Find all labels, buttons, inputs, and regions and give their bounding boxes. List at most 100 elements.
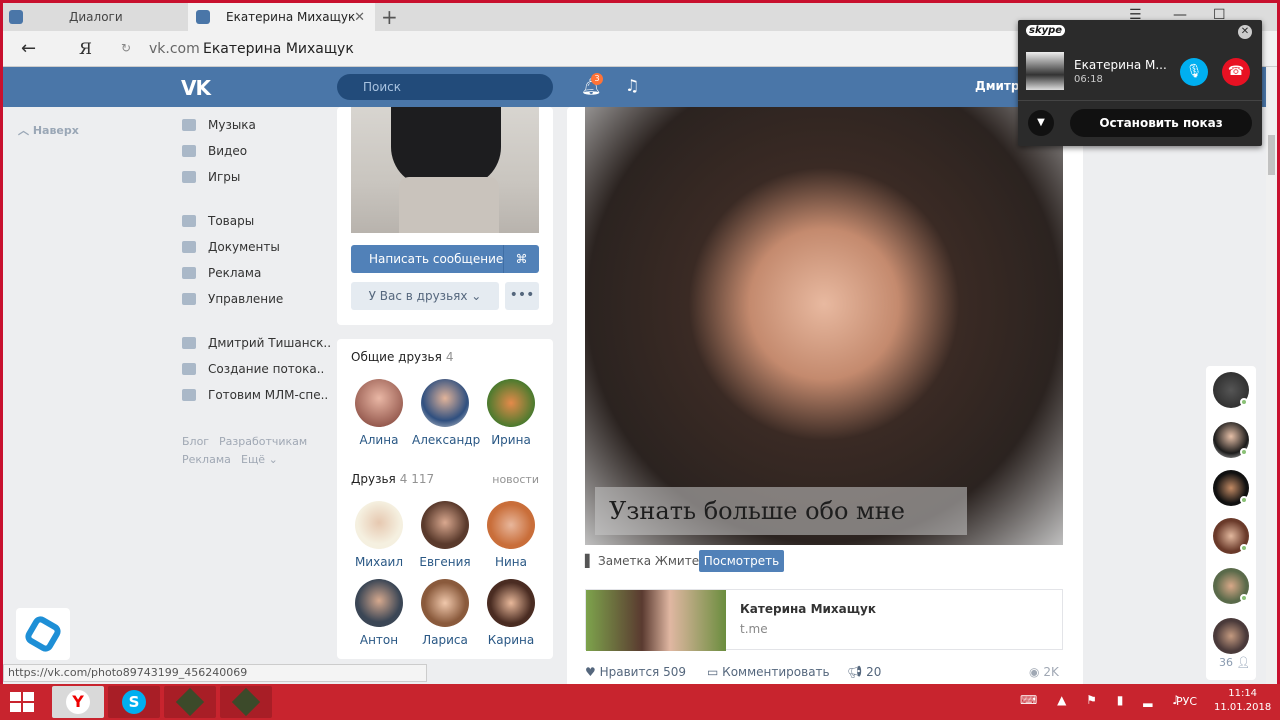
- notification-badge: 3: [591, 73, 603, 85]
- music-icon: [182, 119, 196, 131]
- friends-news-link[interactable]: новости: [492, 473, 539, 486]
- profile-photo-card: Написать сообщение ⌘ У Вас в друзьях ⌄ •…: [337, 107, 553, 325]
- online-indicator: [1240, 448, 1248, 456]
- chat-contact[interactable]: [1213, 618, 1249, 654]
- menu-group-2[interactable]: Создание потока..: [182, 362, 324, 376]
- stop-sharing-button[interactable]: Остановить показ: [1070, 109, 1252, 137]
- online-count[interactable]: 36 👤︎: [1219, 656, 1250, 669]
- taskbar-skype[interactable]: S: [108, 686, 160, 718]
- footer-dev-link[interactable]: Разработчикам: [219, 435, 307, 448]
- link-title: Катерина Михащук: [740, 602, 876, 616]
- footer-more-link[interactable]: Ещё ⌄: [241, 453, 278, 466]
- floating-app-button[interactable]: [16, 608, 70, 660]
- comment-icon: ▭: [707, 665, 719, 679]
- post-photo[interactable]: Узнать больше обо мне: [585, 107, 1063, 545]
- menu-item-goods[interactable]: Товары: [182, 214, 254, 228]
- friend[interactable]: Нина: [478, 501, 544, 569]
- more-actions-button[interactable]: •••: [505, 282, 539, 310]
- system-tray-icons[interactable]: ⌨ ▲ ⚑ ▮ ▂ ♪: [1020, 693, 1188, 707]
- taskbar-app-1[interactable]: [164, 686, 216, 718]
- mutual-friend[interactable]: Ирина: [478, 379, 544, 447]
- yandex-logo[interactable]: Я: [79, 39, 92, 58]
- menu-item-ads[interactable]: Реклама: [182, 266, 261, 280]
- footer-ads-link[interactable]: Реклама: [182, 453, 231, 466]
- back-arrow-icon[interactable]: ←: [21, 38, 36, 59]
- friend[interactable]: Карина: [478, 579, 544, 647]
- avatar: [421, 379, 469, 427]
- menu-item-documents[interactable]: Документы: [182, 240, 280, 254]
- avatar: [421, 501, 469, 549]
- skype-icon: S: [122, 690, 146, 714]
- taskbar: Y S ⌨ ▲ ⚑ ▮ ▂ ♪ РУС 11:14 11.01.2018: [0, 684, 1280, 720]
- taskbar-yandex-browser[interactable]: Y: [52, 686, 104, 718]
- mutual-friend[interactable]: Александр: [412, 379, 480, 447]
- yandex-browser-icon: Y: [66, 690, 90, 714]
- music-note-icon[interactable]: ♫: [625, 76, 639, 95]
- friends-status-button[interactable]: У Вас в друзьях ⌄: [351, 282, 499, 310]
- address-page-title: Екатерина Михащук: [203, 41, 354, 57]
- online-indicator: [1240, 496, 1248, 504]
- gift-icon[interactable]: ⌘: [503, 245, 539, 273]
- hexagon-icon: [22, 613, 64, 655]
- skype-logo: skype: [1026, 25, 1066, 36]
- avatar: [487, 579, 535, 627]
- app-icon: [175, 687, 205, 717]
- reload-icon[interactable]: ↻: [121, 41, 131, 55]
- like-button[interactable]: ♥ Нравится 509: [585, 665, 686, 679]
- search-input[interactable]: Поиск: [337, 74, 553, 100]
- clock[interactable]: 11:14 11.01.2018: [1214, 687, 1271, 715]
- close-icon[interactable]: ✕: [1238, 25, 1252, 39]
- url-field[interactable]: vk.com: [149, 41, 200, 57]
- mutual-friend[interactable]: Алина: [346, 379, 412, 447]
- menu-item-video[interactable]: Видео: [182, 144, 247, 158]
- manage-icon: [182, 293, 196, 305]
- heart-icon: ♥: [585, 665, 596, 679]
- link-preview[interactable]: Катерина Михащук t.me: [585, 589, 1063, 651]
- menu-item-manage[interactable]: Управление: [182, 292, 283, 306]
- scrollbar-thumb[interactable]: [1268, 135, 1275, 175]
- call-duration: 06:18: [1074, 74, 1103, 85]
- post-card: Узнать больше обо мне ▌ Заметка Жмите По…: [567, 107, 1083, 687]
- share-button[interactable]: 📢︎ 20: [847, 665, 881, 679]
- footer-blog-link[interactable]: Блог: [182, 435, 209, 448]
- menu-group-1[interactable]: Дмитрий Тишанск..: [182, 336, 331, 350]
- menu-group-3[interactable]: Готовим МЛМ-спе..: [182, 388, 328, 402]
- windows-start-icon[interactable]: [10, 692, 34, 712]
- chevron-down-icon[interactable]: ▼: [1028, 110, 1054, 136]
- hang-up-icon[interactable]: ☎: [1222, 58, 1250, 86]
- share-icon: 📢︎: [847, 665, 863, 679]
- app-icon: [231, 687, 261, 717]
- vk-logo[interactable]: VK: [181, 76, 211, 100]
- friend[interactable]: Лариса: [412, 579, 478, 647]
- menu-item-games[interactable]: Игры: [182, 170, 240, 184]
- tab-dialogs[interactable]: Диалоги: [3, 3, 188, 31]
- scroll-up-link[interactable]: ︿ Наверх: [18, 122, 79, 138]
- note-label: ▌ Заметка Жмите: [585, 554, 700, 568]
- avatar: [421, 579, 469, 627]
- profile-photo[interactable]: [351, 107, 539, 233]
- microphone-icon[interactable]: 🎙︎: [1180, 58, 1208, 86]
- friends-card: Общие друзья 4 Алина Александр Ирина Друз…: [337, 339, 553, 659]
- status-bar-url: https://vk.com/photo89743199_456240069: [3, 664, 427, 682]
- comment-button[interactable]: ▭ Комментировать: [707, 665, 830, 679]
- friends-title[interactable]: Друзья 4 117: [351, 472, 434, 486]
- view-note-button[interactable]: Посмотреть: [699, 550, 784, 572]
- friend[interactable]: Михаил: [346, 501, 412, 569]
- group-icon: [182, 363, 196, 375]
- new-tab-button[interactable]: +: [381, 5, 398, 29]
- language-indicator[interactable]: РУС: [1176, 695, 1197, 708]
- menu-item-music[interactable]: Музыка: [182, 118, 256, 132]
- link-thumbnail: [586, 590, 726, 651]
- friend[interactable]: Евгения: [412, 501, 478, 569]
- friend[interactable]: Антон: [346, 579, 412, 647]
- group-icon: [182, 389, 196, 401]
- goods-icon: [182, 215, 196, 227]
- taskbar-app-2[interactable]: [220, 686, 272, 718]
- mutual-friends-title[interactable]: Общие друзья 4: [351, 350, 453, 364]
- group-icon: [182, 337, 196, 349]
- online-indicator: [1240, 398, 1248, 406]
- tab-label: Диалоги: [69, 10, 123, 24]
- tab-profile[interactable]: Екатерина Михащук ✕: [188, 3, 375, 31]
- close-tab-icon[interactable]: ✕: [354, 10, 365, 25]
- send-message-button[interactable]: Написать сообщение ⌘: [351, 245, 539, 273]
